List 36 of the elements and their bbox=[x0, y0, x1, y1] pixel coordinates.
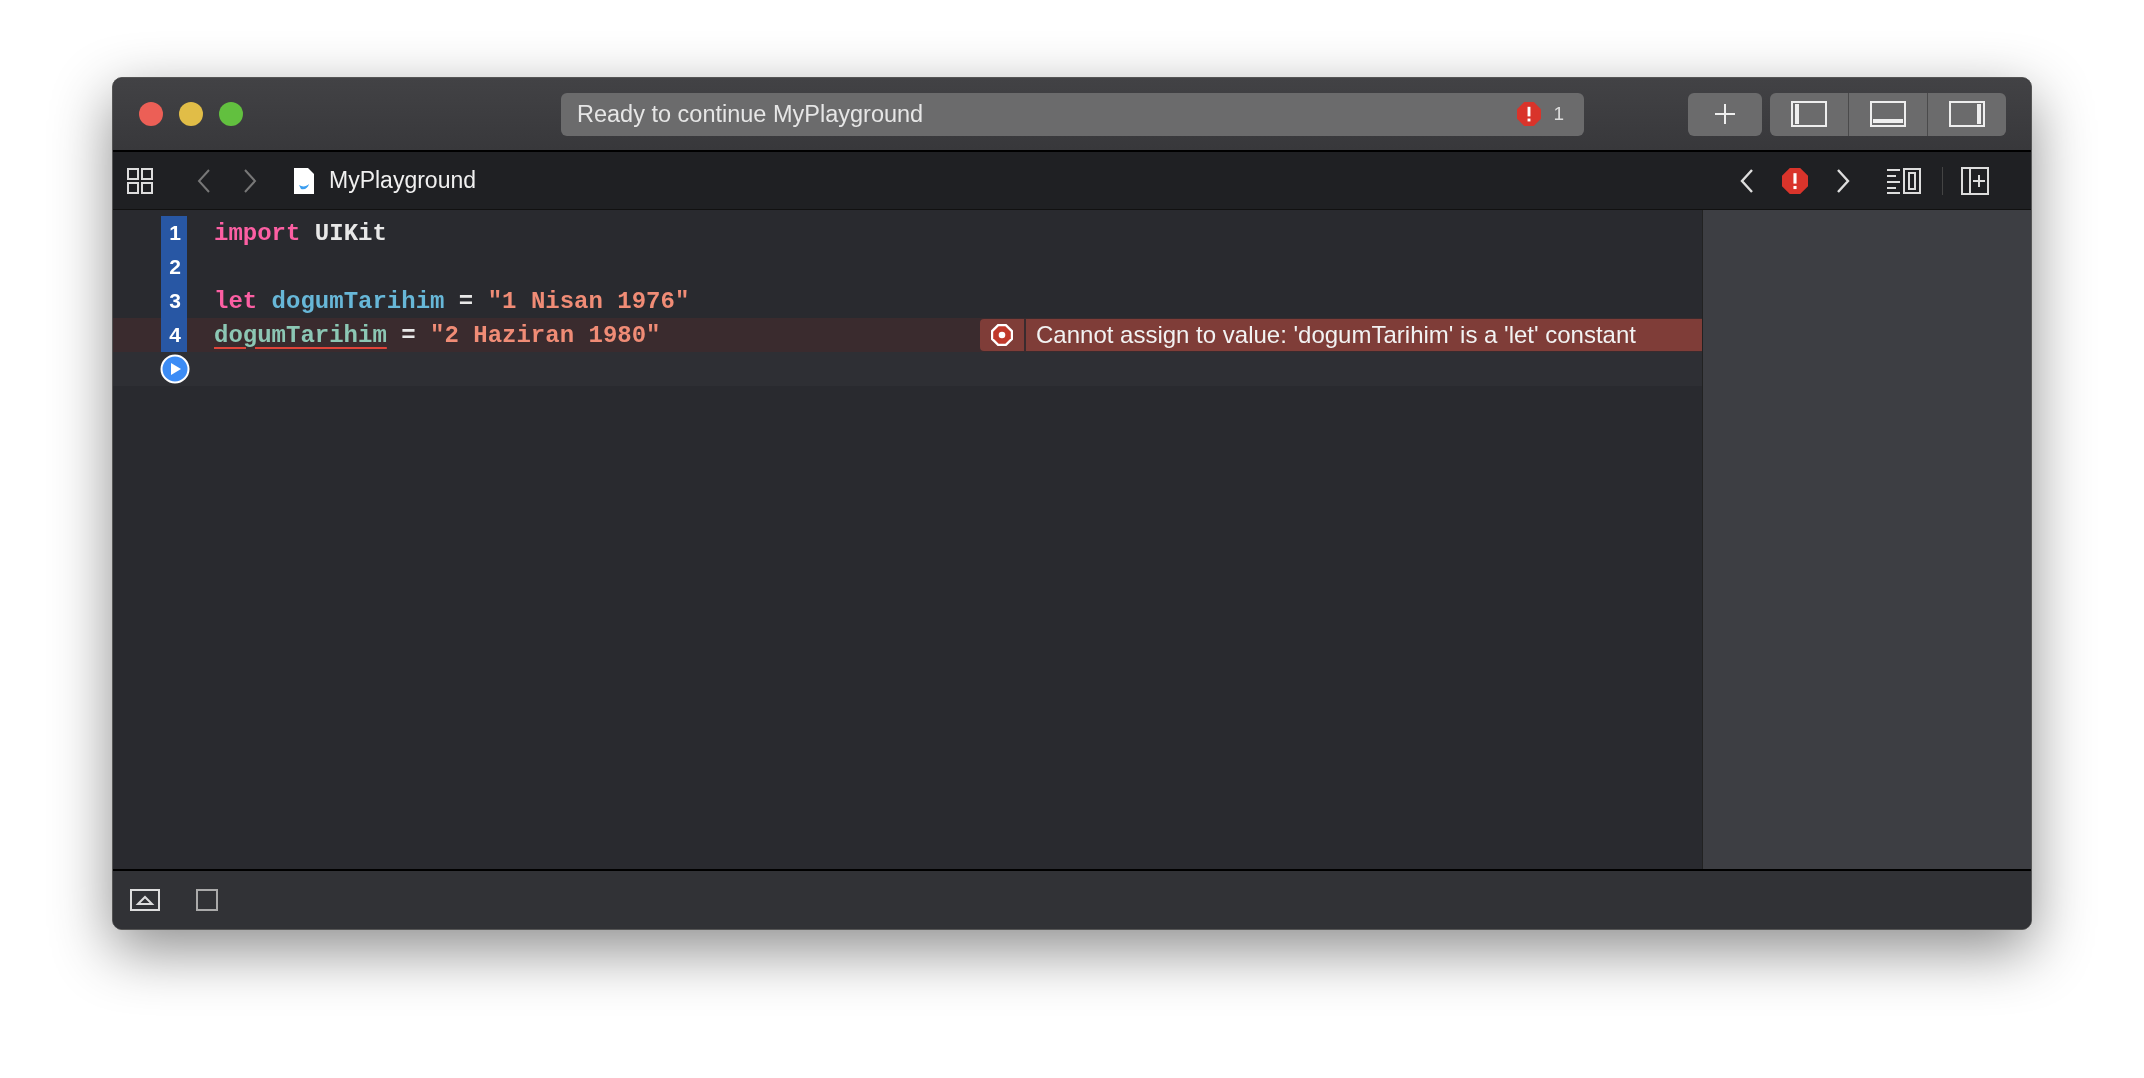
code-editor[interactable]: 1 import UIKit 2 3 let dogumTarihim = "1 Nisan 1976" 4 dogumTarihim = "2 Haziran 1980" Cannot assign to value: 'dogumTarihim' is a 'let' constant bbox=[113, 210, 1702, 869]
close-button[interactable] bbox=[139, 102, 163, 126]
zoom-button[interactable] bbox=[219, 102, 243, 126]
previous-issue-icon[interactable] bbox=[1740, 167, 1754, 194]
right-panel-icon bbox=[1949, 101, 1985, 127]
add-editor-icon[interactable] bbox=[1961, 166, 1989, 195]
error-message: Cannot assign to value: 'dogumTarihim' is a 'let' constant bbox=[1035, 321, 1637, 349]
back-icon[interactable] bbox=[197, 167, 211, 194]
file-name[interactable]: MyPlayground bbox=[329, 167, 477, 194]
code-line: import UIKit bbox=[214, 219, 387, 247]
error-message-banner[interactable]: Cannot assign to value: 'dogumTarihim' is a 'let' constant bbox=[980, 319, 1702, 351]
code-line: let dogumTarihim = "1 Nisan 1976" bbox=[214, 287, 690, 315]
minimize-button[interactable] bbox=[179, 102, 203, 126]
error-icon[interactable] bbox=[1782, 167, 1808, 194]
swift-file-icon[interactable] bbox=[293, 166, 315, 195]
next-issue-icon[interactable] bbox=[1836, 167, 1850, 194]
grid-icon[interactable] bbox=[127, 167, 153, 194]
line-number: 2 bbox=[161, 250, 187, 284]
left-panel-icon bbox=[1791, 101, 1827, 127]
code-line: dogumTarihim = "2 Haziran 1980" bbox=[214, 321, 661, 349]
status-text: Ready to continue MyPlayground bbox=[577, 100, 925, 128]
bottom-panel-icon bbox=[1870, 101, 1906, 127]
line-number: 3 bbox=[161, 284, 187, 318]
bottom-panel-toggle[interactable] bbox=[1849, 92, 1927, 136]
error-count: 1 bbox=[1553, 103, 1564, 125]
stop-icon[interactable] bbox=[196, 889, 218, 911]
forward-icon[interactable] bbox=[243, 167, 257, 194]
line-number: 1 bbox=[161, 216, 187, 250]
run-button[interactable] bbox=[160, 354, 190, 384]
right-panel-toggle[interactable] bbox=[1928, 92, 2006, 136]
add-button[interactable] bbox=[1688, 92, 1762, 136]
left-panel-toggle[interactable] bbox=[1770, 92, 1848, 136]
editor-options-icon[interactable] bbox=[1886, 167, 1922, 194]
debug-area-toggle-icon[interactable] bbox=[130, 889, 160, 911]
plus-icon bbox=[1713, 102, 1737, 126]
line-number: 4 bbox=[161, 318, 187, 352]
